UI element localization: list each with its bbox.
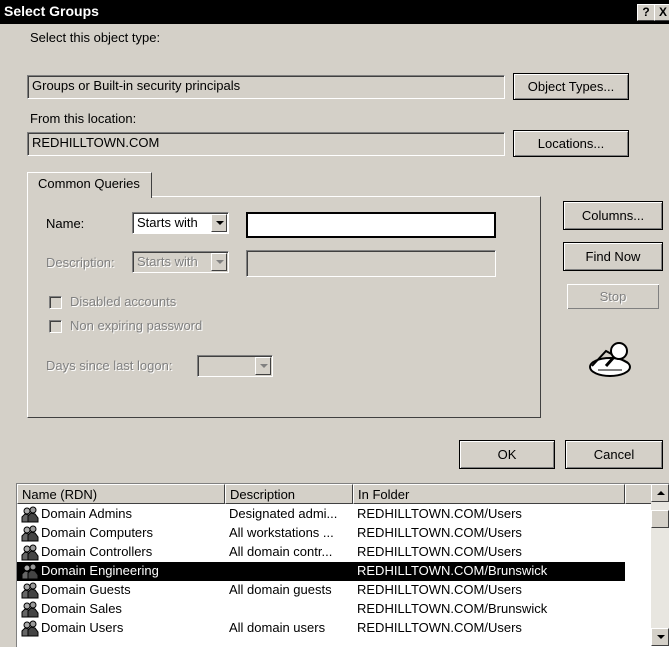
name-mode-select[interactable]: Starts with [132, 212, 229, 234]
vertical-scrollbar[interactable] [651, 484, 669, 646]
row-name: Domain Engineering [41, 563, 159, 578]
description-input[interactable] [246, 250, 496, 277]
row-folder: REDHILLTOWN.COM/Users [357, 506, 522, 521]
row-folder: REDHILLTOWN.COM/Brunswick [357, 563, 548, 578]
group-icon [21, 620, 39, 637]
location-field: REDHILLTOWN.COM [27, 132, 505, 156]
disabled-accounts-label: Disabled accounts [70, 294, 177, 309]
column-header-in-folder[interactable]: In Folder [353, 484, 625, 504]
column-header-description[interactable]: Description [225, 484, 353, 504]
table-row[interactable]: Domain Admins Designated admi... REDHILLTO… [17, 505, 625, 524]
close-button[interactable]: X [654, 4, 669, 21]
scroll-thumb[interactable] [651, 510, 669, 528]
group-icon [21, 525, 39, 542]
days-since-logon-select[interactable] [197, 355, 273, 377]
dialog-title: Select Groups [4, 3, 99, 19]
row-folder: REDHILLTOWN.COM/Brunswick [357, 601, 548, 616]
close-icon: X [658, 5, 667, 19]
days-since-logon-label: Days since last logon: [46, 358, 173, 373]
non-expiring-password-label: Non expiring password [70, 318, 203, 333]
row-name: Domain Controllers [41, 544, 153, 559]
chevron-down-icon[interactable] [255, 357, 271, 375]
location-label: From this location: [30, 111, 137, 126]
row-description: All domain contr... [229, 544, 333, 559]
row-name: Domain Computers [41, 525, 153, 540]
table-row[interactable]: Domain Engineering REDHILLTOWN.COM/Brunsw… [17, 562, 625, 581]
scroll-down-button[interactable] [651, 628, 669, 646]
row-name: Domain Guests [41, 582, 131, 597]
row-description: All domain users [229, 620, 326, 635]
object-types-button[interactable]: Object Types... [513, 73, 629, 100]
chevron-down-icon[interactable] [211, 253, 227, 271]
column-header-filler [625, 484, 652, 504]
chevron-down-icon[interactable] [211, 214, 227, 232]
columns-button[interactable]: Columns... [563, 201, 663, 230]
select-groups-dialog: Select Groups ? X Select this object typ… [0, 0, 669, 647]
search-results-list[interactable]: Name (RDN) Description In Folder Domain … [16, 483, 669, 647]
find-now-button[interactable]: Find Now [563, 242, 663, 271]
row-description: All domain guests [229, 582, 332, 597]
row-name: Domain Users [41, 620, 124, 635]
stop-button[interactable]: Stop [566, 283, 660, 310]
title-bar: Select Groups ? X [0, 0, 669, 24]
group-icon [21, 544, 39, 561]
object-type-field: Groups or Built-in security principals [27, 75, 505, 99]
disabled-accounts-checkbox[interactable] [49, 296, 62, 309]
table-row[interactable]: Domain Guests All domain guests REDHILLTOW… [17, 581, 625, 600]
column-header-name[interactable]: Name (RDN) [17, 484, 225, 504]
name-input[interactable] [246, 212, 496, 238]
row-folder: REDHILLTOWN.COM/Users [357, 620, 522, 635]
group-icon [21, 601, 39, 618]
table-row[interactable]: Domain Computers All workstations ... REDH… [17, 524, 625, 543]
table-row[interactable]: Domain Sales REDHILLTOWN.COM/Brunswick [17, 600, 625, 619]
row-folder: REDHILLTOWN.COM/Users [357, 525, 522, 540]
row-folder: REDHILLTOWN.COM/Users [357, 544, 522, 559]
group-icon [21, 506, 39, 523]
ok-button[interactable]: OK [459, 440, 555, 469]
tab-common-queries[interactable]: Common Queries [27, 172, 152, 198]
help-button[interactable]: ? [637, 4, 655, 21]
table-row[interactable]: Domain Controllers All domain contr... RED… [17, 543, 625, 562]
locations-button[interactable]: Locations... [513, 130, 629, 157]
group-icon [21, 563, 39, 580]
row-description: Designated admi... [229, 506, 338, 521]
scroll-up-button[interactable] [651, 484, 669, 502]
row-name: Domain Admins [41, 506, 133, 521]
group-icon [21, 582, 39, 599]
row-description: All workstations ... [229, 525, 334, 540]
name-label: Name: [46, 216, 85, 231]
object-type-label: Select this object type: [30, 30, 161, 45]
non-expiring-password-checkbox[interactable] [49, 320, 62, 333]
description-label: Description: [46, 255, 115, 270]
description-mode-select[interactable]: Starts with [132, 251, 229, 273]
row-name: Domain Sales [41, 601, 122, 616]
help-icon: ? [642, 5, 650, 19]
cancel-button[interactable]: Cancel [565, 440, 663, 469]
table-row[interactable]: Domain Users All domain users REDHILLTOWN.… [17, 619, 625, 638]
row-folder: REDHILLTOWN.COM/Users [357, 582, 522, 597]
search-magnifier-icon [589, 342, 631, 377]
